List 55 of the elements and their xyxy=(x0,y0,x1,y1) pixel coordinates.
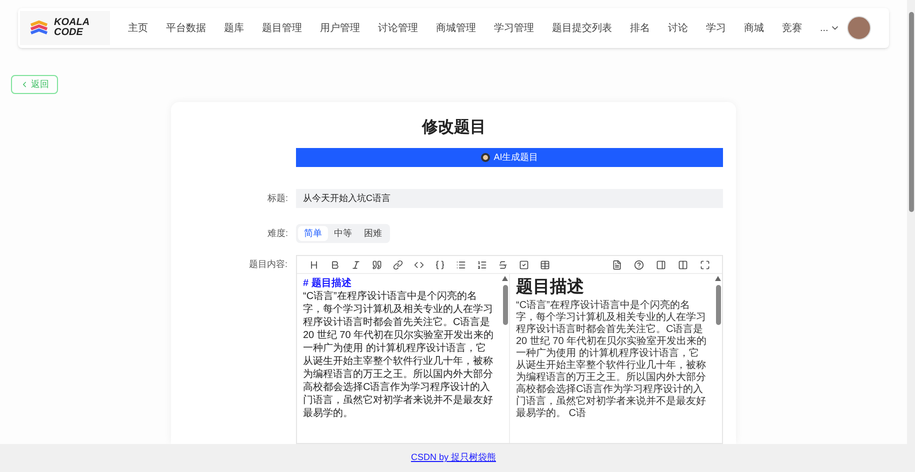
checkbox-icon[interactable] xyxy=(519,260,529,270)
preview-text: “C语言”在程序设计语言中是个闪亮的名字，每个学习计算机及相关专业的人在学习程序设计语言时都会首先关注它。C语言是 20 世纪 70 年代初在贝尔实验室开发出来的一种广为使用 的计算机程序设计语言，它从诞生开始主宰整个软件行业几十年，被称为编程语言的万王之王。所以国内外大部分高校都会选择C语言作为学习程序设计的入门语言，虽然它对初学者来说并不是最友好最易学的。 C语 xyxy=(516,300,708,420)
strikethrough-icon[interactable] xyxy=(498,260,508,270)
nav-link[interactable]: 学习管理 xyxy=(494,20,534,36)
list-icon[interactable] xyxy=(456,260,466,270)
scroll-up-icon[interactable] xyxy=(502,276,508,281)
link-icon[interactable] xyxy=(393,260,403,270)
help-icon[interactable] xyxy=(634,260,644,270)
more-menu[interactable]: ... xyxy=(820,20,840,36)
columns-icon[interactable] xyxy=(678,260,688,270)
page-scrollbar[interactable] xyxy=(907,0,915,472)
code-icon[interactable] xyxy=(414,260,424,270)
italic-icon[interactable] xyxy=(351,260,361,270)
field-label: 标题: xyxy=(266,192,289,205)
logo-text: KOALA xyxy=(54,18,90,28)
form-heading: 修改题目 xyxy=(422,118,486,138)
title-field[interactable]: 从今天开始入坑C语言 xyxy=(296,189,723,208)
panel-icon[interactable] xyxy=(656,260,666,270)
nav-link[interactable]: 商城 xyxy=(744,20,764,36)
markdown-source-text: “C语言”在程序设计语言中是个闪亮的名字，每个学习计算机及相关专业的人在学习程序设计语言时都会首先关注它。C语言是 20 世纪 70 年代初在贝尔实验室开发出来的一种广为使用 的计算机程序设计语言，它从诞生开始主宰整个软件行业几十年，被称为编程语言的万王之王。所以国内外大部分高校都会选择C语言作为学习程序设计的入门语言，虽然它对初学者来说并不是最友好最易学的。 xyxy=(303,290,495,420)
logo[interactable]: KOALA CODE xyxy=(20,11,110,45)
difficulty-option[interactable]: 简单 xyxy=(298,226,328,241)
document-icon[interactable] xyxy=(612,260,622,270)
field-label: 题目内容: xyxy=(249,258,289,271)
nav-link[interactable]: 排名 xyxy=(630,20,650,36)
nav-link[interactable]: 商城管理 xyxy=(436,20,476,36)
fullscreen-icon[interactable] xyxy=(700,260,710,270)
table-icon[interactable] xyxy=(540,260,550,270)
preview-heading: 题目描述 xyxy=(516,277,585,297)
nav-link[interactable]: 题目提交列表 xyxy=(552,20,612,36)
back-icon xyxy=(20,80,29,89)
nav-link[interactable]: 平台数据 xyxy=(166,20,206,36)
heading-icon[interactable] xyxy=(309,260,319,270)
ai-generate-button[interactable]: AI生成题目 xyxy=(296,148,723,167)
numbered-list-icon[interactable] xyxy=(477,260,487,270)
logo-text: CODE xyxy=(54,28,84,38)
nav-link[interactable]: 用户管理 xyxy=(320,20,360,36)
logo-icon xyxy=(30,20,50,36)
nav-link[interactable]: 讨论 xyxy=(668,20,688,36)
braces-icon[interactable] xyxy=(435,260,445,270)
nav-link[interactable]: 题目管理 xyxy=(262,20,302,36)
nav-link[interactable]: 主页 xyxy=(128,20,148,36)
field-label: 难度: xyxy=(266,226,289,240)
quote-icon[interactable] xyxy=(372,260,382,270)
difficulty-option[interactable]: 困难 xyxy=(358,226,388,241)
avatar[interactable] xyxy=(847,16,871,40)
nav-link[interactable]: 讨论管理 xyxy=(378,20,418,36)
bold-icon[interactable] xyxy=(330,260,340,270)
difficulty-option[interactable]: 中等 xyxy=(328,226,358,241)
nav-link[interactable]: 竞赛 xyxy=(782,20,802,36)
footer-link[interactable]: CSDN by 捉只树袋熊 xyxy=(410,451,496,465)
nav-link[interactable]: 题库 xyxy=(224,20,244,36)
nav-link[interactable]: 学习 xyxy=(706,20,726,36)
markdown-heading: # 题目描述 xyxy=(303,277,352,290)
scroll-up-icon[interactable] xyxy=(715,276,721,281)
